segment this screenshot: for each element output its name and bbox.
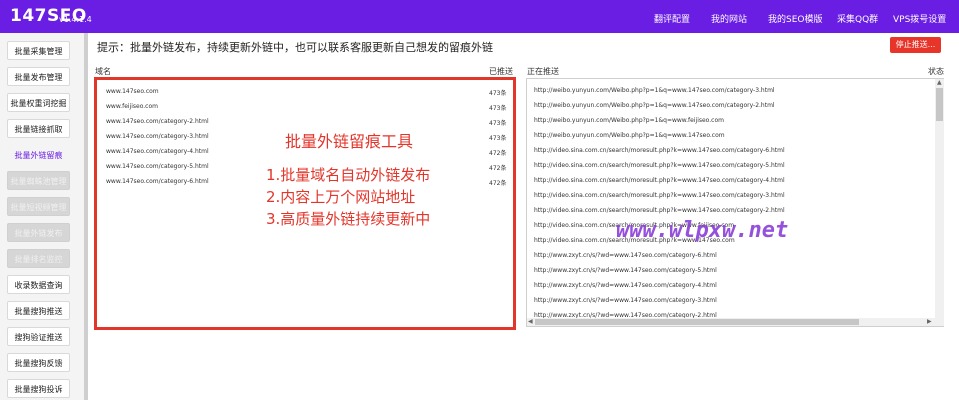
sidebar-item-rank-monitor: 批量排名监控 [7,249,70,268]
top-bar: 147SEO v1.4.1.4 翻评配置 我的网站 我的SEO模版 采集QQ群 … [0,0,959,33]
domain-cell: www.147seo.com/category-6.html [106,178,209,185]
watermark-text: www.wlpxw.net [616,218,789,243]
pushing-url: http://weibo.yunyun.com/Weibo.php?p=1&q=… [534,117,724,124]
pushing-url: http://video.sina.com.cn/search/moresult… [534,162,785,169]
pushed-count-cell: 473条 [489,120,507,127]
sidebar-item-index-query[interactable]: 收录数据查询 [7,275,70,294]
pushing-url: http://www.zxyt.cn/s/?wd=www.147seo.com/… [534,297,717,304]
sidebar-item-batch-collect[interactable]: 批量采集管理 [7,41,70,60]
pushing-url: http://video.sina.com.cn/search/moresult… [534,147,785,154]
tip-text: 提示：批量外链发布，持续更新外链中，也可以联系客服更新自己想发的留痕外链 [97,41,493,54]
sidebar-item-short-video: 批量短视频管理 [7,197,70,216]
domain-cell: www.147seo.com/category-3.html [106,133,209,140]
pushed-count-cell: 472条 [489,150,507,157]
sidebar-item-external-links[interactable]: 批量外链留痕 [7,145,70,164]
pushing-url: http://weibo.yunyun.com/Weibo.php?p=1&q=… [534,87,775,94]
column-header-status: 状态 [928,67,944,76]
pushing-url: http://video.sina.com.cn/search/moresult… [534,192,785,199]
domain-cell: www.147seo.com/category-5.html [106,163,209,170]
app-version: v1.4.1.4 [59,15,92,24]
sidebar: 批量采集管理 批量发布管理 批量权重词挖掘 批量链接抓取 批量外链留痕 批量蜘蛛… [0,33,88,400]
pushed-count-cell: 473条 [489,105,507,112]
pushing-list-panel[interactable]: http://weibo.yunyun.com/Weibo.php?p=1&q=… [526,78,944,327]
domain-cell: www.147seo.com/category-4.html [106,148,209,155]
annotation-title: 批量外链留痕工具 [285,132,414,151]
nav-link-translate-config[interactable]: 翻评配置 [654,12,690,25]
sidebar-item-sogou-complaint[interactable]: 批量搜狗投诉 [7,379,70,398]
sidebar-item-sogou-push[interactable]: 批量搜狗推送 [7,301,70,320]
pushed-count-cell: 473条 [489,90,507,97]
annotation-line: 2.内容上万个网站地址 [266,188,416,206]
horizontal-scrollbar[interactable]: ◀ ▶ [527,318,935,326]
pushed-count-cell: 473条 [489,135,507,142]
nav-link-vps-dialup[interactable]: VPS拨号设置 [893,12,946,25]
pushing-url: http://www.zxyt.cn/s/?wd=www.147seo.com/… [534,282,717,289]
horizontal-scroll-thumb[interactable] [535,319,859,325]
domain-list-panel[interactable]: www.147seo.com 473条 www.feijiseo.com 473… [94,77,516,330]
sidebar-item-spider-pool: 批量蜘蛛池管理 [7,171,70,190]
vertical-scrollbar[interactable]: ▲ [935,79,944,326]
pushing-url: http://weibo.yunyun.com/Weibo.php?p=1&q=… [534,102,775,109]
domain-cell: www.feijiseo.com [106,103,158,110]
pushing-url: http://www.zxyt.cn/s/?wd=www.147seo.com/… [534,267,717,274]
sidebar-item-sogou-verify-push[interactable]: 搜狗验证推送 [7,327,70,346]
scroll-right-icon[interactable]: ▶ [927,318,932,326]
column-header-pushing: 正在推送 [527,67,559,76]
pushing-url: http://www.zxyt.cn/s/?wd=www.147seo.com/… [534,252,717,259]
pushed-count-cell: 472条 [489,165,507,172]
annotation-line: 1.批量域名自动外链发布 [266,166,431,184]
annotation-line: 3.高质量外链持续更新中 [266,210,431,228]
nav-link-qq-group[interactable]: 采集QQ群 [837,12,878,25]
pushing-url: http://video.sina.com.cn/search/moresult… [534,177,785,184]
scroll-left-icon[interactable]: ◀ [528,318,533,326]
nav-link-seo-templates[interactable]: 我的SEO模版 [768,12,822,25]
nav-link-my-sites[interactable]: 我的网站 [711,12,747,25]
domain-cell: www.147seo.com/category-2.html [106,118,209,125]
pushing-url: http://video.sina.com.cn/search/moresult… [534,207,785,214]
scroll-up-icon[interactable]: ▲ [937,79,942,87]
column-header-pushed: 已推送 [489,67,513,76]
sidebar-item-batch-publish[interactable]: 批量发布管理 [7,67,70,86]
column-header-domain: 域名 [95,67,111,76]
pushing-url: http://weibo.yunyun.com/Weibo.php?p=1&q=… [534,132,725,139]
sidebar-item-sogou-feedback[interactable]: 批量搜狗反馈 [7,353,70,372]
domain-cell: www.147seo.com [106,88,159,95]
sidebar-item-external-publish: 批量外链发布 [7,223,70,242]
sidebar-item-weight-keywords[interactable]: 批量权重词挖掘 [7,93,70,112]
stop-push-button[interactable]: 停止推送... [890,37,941,53]
pushed-count-cell: 472条 [489,180,507,187]
vertical-scroll-thumb[interactable] [936,88,943,121]
sidebar-item-link-crawl[interactable]: 批量链接抓取 [7,119,70,138]
